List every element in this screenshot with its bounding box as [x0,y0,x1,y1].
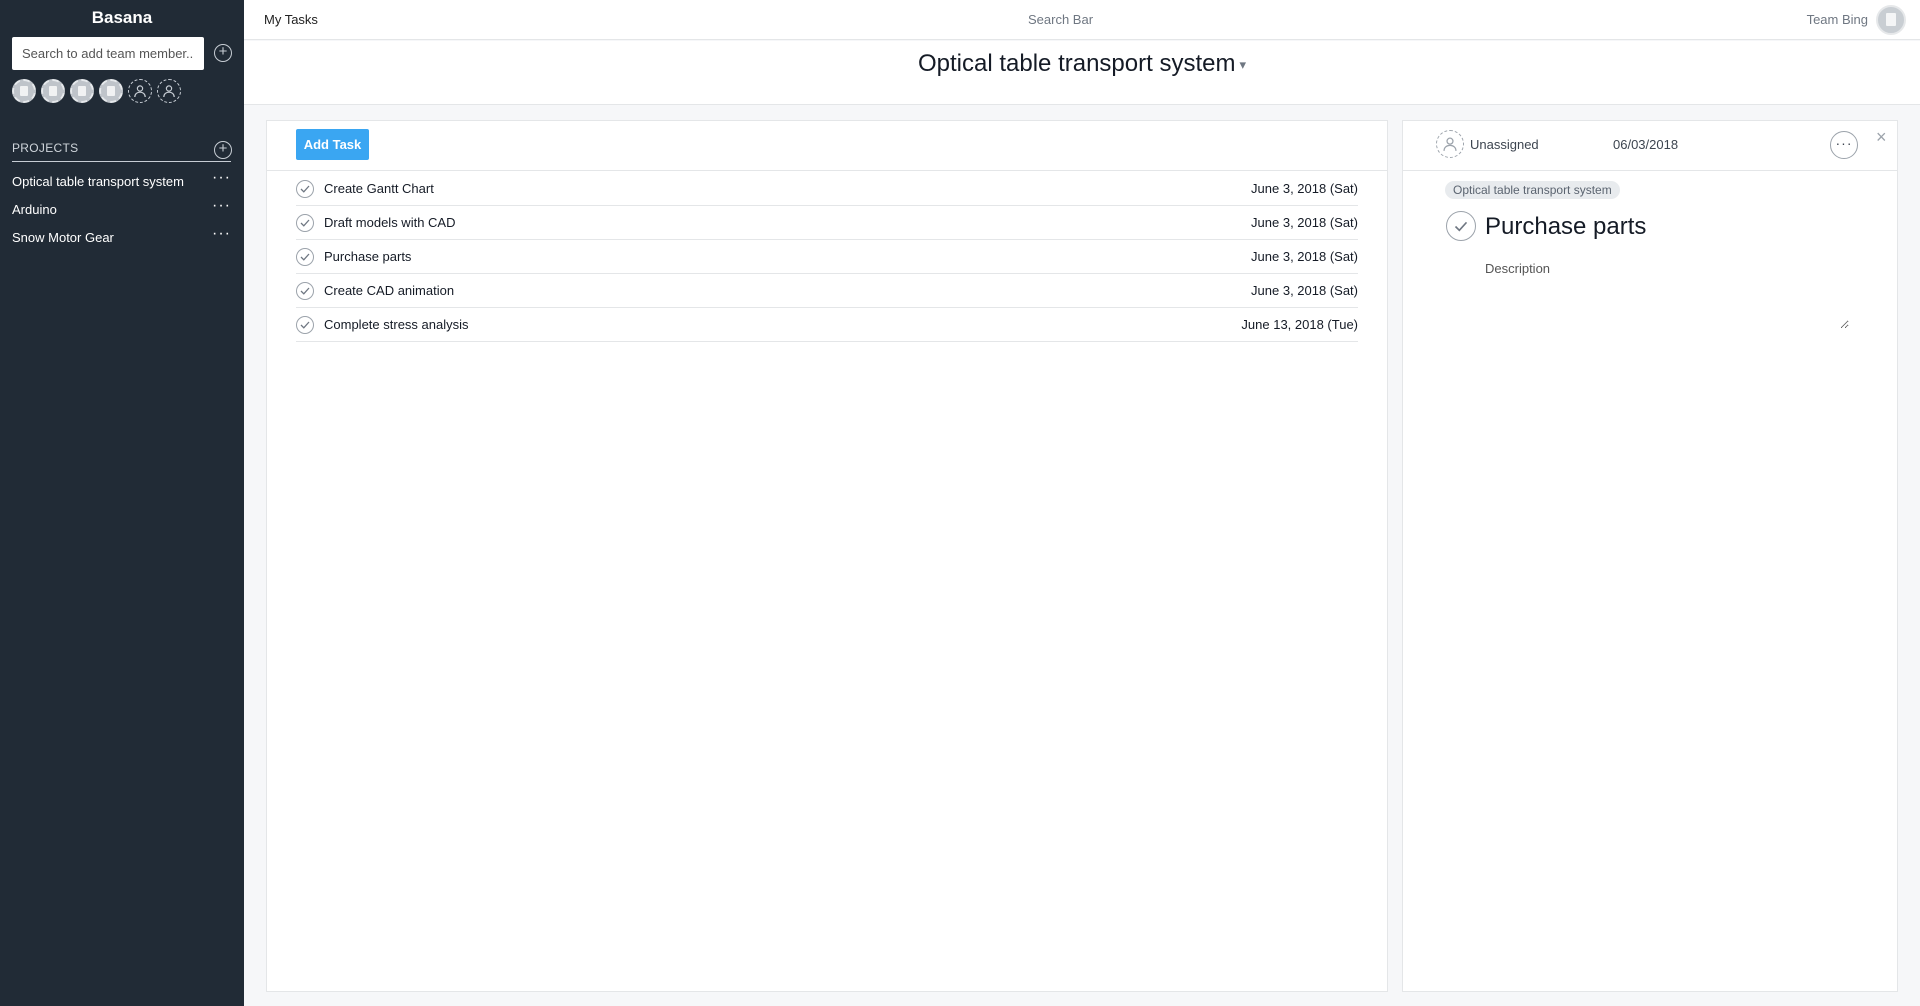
my-tasks-link[interactable]: My Tasks [264,12,318,27]
task-row[interactable]: Create CAD animation June 3, 2018 (Sat) [296,274,1358,308]
task-due-date: June 3, 2018 (Sat) [1251,181,1358,196]
empty-member-user-icon[interactable] [128,79,152,103]
sidebar-item-project[interactable]: Arduino ··· [12,195,231,223]
task-name: Purchase parts [324,249,412,264]
sidebar-item-project[interactable]: Optical table transport system ··· [12,167,231,195]
task-row[interactable]: Complete stress analysis June 13, 2018 (… [296,308,1358,342]
member-avatar[interactable] [41,79,65,103]
task-name: Draft models with CAD [324,215,456,230]
check-icon[interactable] [296,281,314,300]
user-avatar[interactable] [1876,5,1906,35]
check-icon[interactable] [296,213,314,232]
task-row[interactable]: Draft models with CAD June 3, 2018 (Sat) [296,206,1358,240]
task-list: Create Gantt Chart June 3, 2018 (Sat) Dr… [296,172,1358,342]
project-more-icon[interactable]: ··· [212,170,231,192]
task-due-date: June 3, 2018 (Sat) [1251,215,1358,230]
check-icon[interactable] [296,315,314,334]
project-more-icon[interactable]: ··· [212,198,231,220]
task-name: Create Gantt Chart [324,181,434,196]
app-logo: Basana [91,8,153,27]
sidebar: Basana + PROJECTS + Optical table transp… [0,0,244,1006]
project-header: Optical table transport system ▾ [244,41,1920,105]
description-field[interactable] [1485,261,1849,329]
sidebar-item-project[interactable]: Snow Motor Gear ··· [12,223,231,251]
member-search-input[interactable] [12,37,204,70]
add-project-plus-icon[interactable]: + [214,141,232,159]
project-title: Optical table transport system [918,50,1236,77]
project-name: Optical table transport system [12,173,184,189]
member-avatar[interactable] [99,79,123,103]
empty-member-user-icon[interactable] [157,79,181,103]
task-detail-header: Unassigned 06/03/2018 ··· × [1403,121,1897,171]
top-bar: My Tasks Search Bar Team Bing [244,0,1920,40]
task-list-toolbar: Add Task [267,121,1387,171]
task-name: Complete stress analysis [324,317,469,332]
team-name[interactable]: Team Bing [1807,12,1868,27]
project-name: Snow Motor Gear [12,229,114,245]
page-title: Optical table transport system ▾ [244,50,1920,78]
due-date-field[interactable]: 06/03/2018 [1613,137,1678,152]
task-row[interactable]: Create Gantt Chart June 3, 2018 (Sat) [296,172,1358,206]
project-more-icon[interactable]: ··· [212,226,231,248]
complete-check-icon[interactable] [1446,211,1476,241]
task-list-pane: Add Task Create Gantt Chart June 3, 2018… [266,120,1388,992]
task-due-date: June 3, 2018 (Sat) [1251,249,1358,264]
project-list: Optical table transport system ··· Ardui… [12,167,231,251]
project-name: Arduino [12,201,57,217]
task-detail-pane: Unassigned 06/03/2018 ··· × Optical tabl… [1402,120,1898,992]
assignee-label[interactable]: Unassigned [1470,137,1539,152]
task-name: Create CAD animation [324,283,455,298]
assignee-user-icon[interactable] [1436,130,1464,158]
task-title[interactable]: Purchase parts [1485,213,1646,241]
member-avatar[interactable] [12,79,36,103]
add-task-button[interactable]: Add Task [296,129,369,160]
check-icon[interactable] [296,179,314,198]
task-row[interactable]: Purchase parts June 3, 2018 (Sat) [296,240,1358,274]
check-icon[interactable] [296,247,314,266]
add-member-plus-icon[interactable]: + [214,44,232,62]
projects-label: PROJECTS [12,141,79,155]
projects-header: PROJECTS [12,141,231,162]
close-icon[interactable]: × [1876,127,1887,148]
member-avatars [12,79,181,103]
task-due-date: June 13, 2018 (Tue) [1241,317,1358,332]
more-ellipsis-icon[interactable]: ··· [1830,131,1858,159]
member-avatar[interactable] [70,79,94,103]
project-tag[interactable]: Optical table transport system [1445,181,1620,199]
task-due-date: June 3, 2018 (Sat) [1251,283,1358,298]
search-bar[interactable]: Search Bar [1028,12,1093,27]
chevron-down-icon[interactable]: ▾ [1239,57,1246,72]
